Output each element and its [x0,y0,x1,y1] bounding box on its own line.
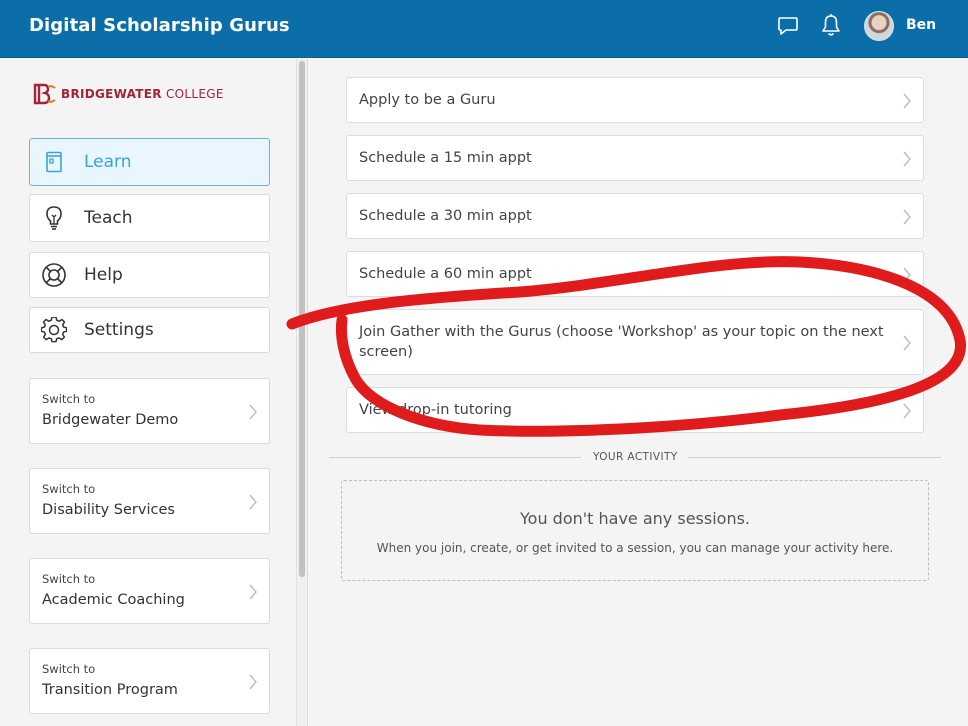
avatar[interactable] [864,11,894,41]
switch-name: Disability Services [42,502,175,518]
switch-academic-coaching[interactable]: Switch to Academic Coaching [29,558,270,624]
chevron-right-icon [903,267,911,283]
empty-title: You don't have any sessions. [520,509,750,528]
nav-label: Settings [84,320,154,340]
switch-caption: Switch to [42,662,96,676]
nav-learn[interactable]: Learn [29,138,270,186]
nav-label: Learn [84,152,132,172]
main-content: Apply to be a Guru Schedule a 15 min app… [309,59,968,726]
book-icon [40,148,68,176]
bell-icon[interactable] [820,13,842,37]
switch-name: Bridgewater Demo [42,412,179,428]
user-name[interactable]: Ben [906,17,936,33]
nav-label: Teach [84,208,133,228]
link-apply-guru[interactable]: Apply to be a Guru [346,77,924,123]
switch-name: Transition Program [42,682,178,698]
empty-description: When you join, create, or get invited to… [376,541,894,555]
link-label: Apply to be a Guru [359,92,496,108]
chat-bubble-icon[interactable] [777,15,799,37]
chevron-right-icon [903,151,911,167]
switch-caption: Switch to [42,392,96,406]
divider-right [688,457,941,458]
switch-caption: Switch to [42,482,96,496]
empty-activity-box: You don't have any sessions. When you jo… [341,480,929,581]
lightbulb-icon [40,204,68,232]
nav-help[interactable]: Help [29,252,270,298]
link-label: Join Gather with the Gurus (choose 'Work… [359,324,884,360]
chevron-right-icon [903,209,911,225]
link-schedule-15[interactable]: Schedule a 15 min appt [346,135,924,181]
top-bar: Digital Scholarship Gurus Ben [0,0,968,58]
link-schedule-60[interactable]: Schedule a 60 min appt [346,251,924,297]
chevron-right-icon [903,403,911,419]
switch-caption: Switch to [42,572,96,586]
sidebar-scrollbar[interactable] [296,59,308,726]
nav-teach[interactable]: Teach [29,194,270,242]
your-activity-heading: YOUR ACTIVITY [593,451,678,463]
nav-label: Help [84,265,123,285]
link-label: View drop-in tutoring [359,402,512,418]
bridgewater-logo-icon [33,83,56,105]
gear-icon [40,316,68,344]
link-schedule-30[interactable]: Schedule a 30 min appt [346,193,924,239]
switch-name: Academic Coaching [42,592,185,608]
sidebar: BRIDGEWATER COLLEGE Learn Teach Help Set… [0,59,296,726]
nav-settings[interactable]: Settings [29,307,270,353]
link-label: Schedule a 60 min appt [359,266,532,282]
chevron-right-icon [249,494,257,510]
lifebuoy-icon [40,261,68,289]
chevron-right-icon [903,93,911,109]
link-drop-in-tutoring[interactable]: View drop-in tutoring [346,387,924,433]
divider-left [329,457,581,458]
chevron-right-icon [249,404,257,420]
switch-disability-services[interactable]: Switch to Disability Services [29,468,270,534]
link-join-gather[interactable]: Join Gather with the Gurus (choose 'Work… [346,309,924,375]
bridgewater-logo: BRIDGEWATER COLLEGE [33,83,224,105]
logo-text: BRIDGEWATER COLLEGE [61,87,224,101]
app-title[interactable]: Digital Scholarship Gurus [29,15,290,36]
scrollbar-thumb[interactable] [299,61,305,577]
switch-transition-program[interactable]: Switch to Transition Program [29,648,270,714]
link-label: Schedule a 30 min appt [359,208,532,224]
chevron-right-icon [249,584,257,600]
switch-bridgewater-demo[interactable]: Switch to Bridgewater Demo [29,378,270,444]
chevron-right-icon [249,674,257,690]
chevron-right-icon [903,335,911,351]
link-label: Schedule a 15 min appt [359,150,532,166]
